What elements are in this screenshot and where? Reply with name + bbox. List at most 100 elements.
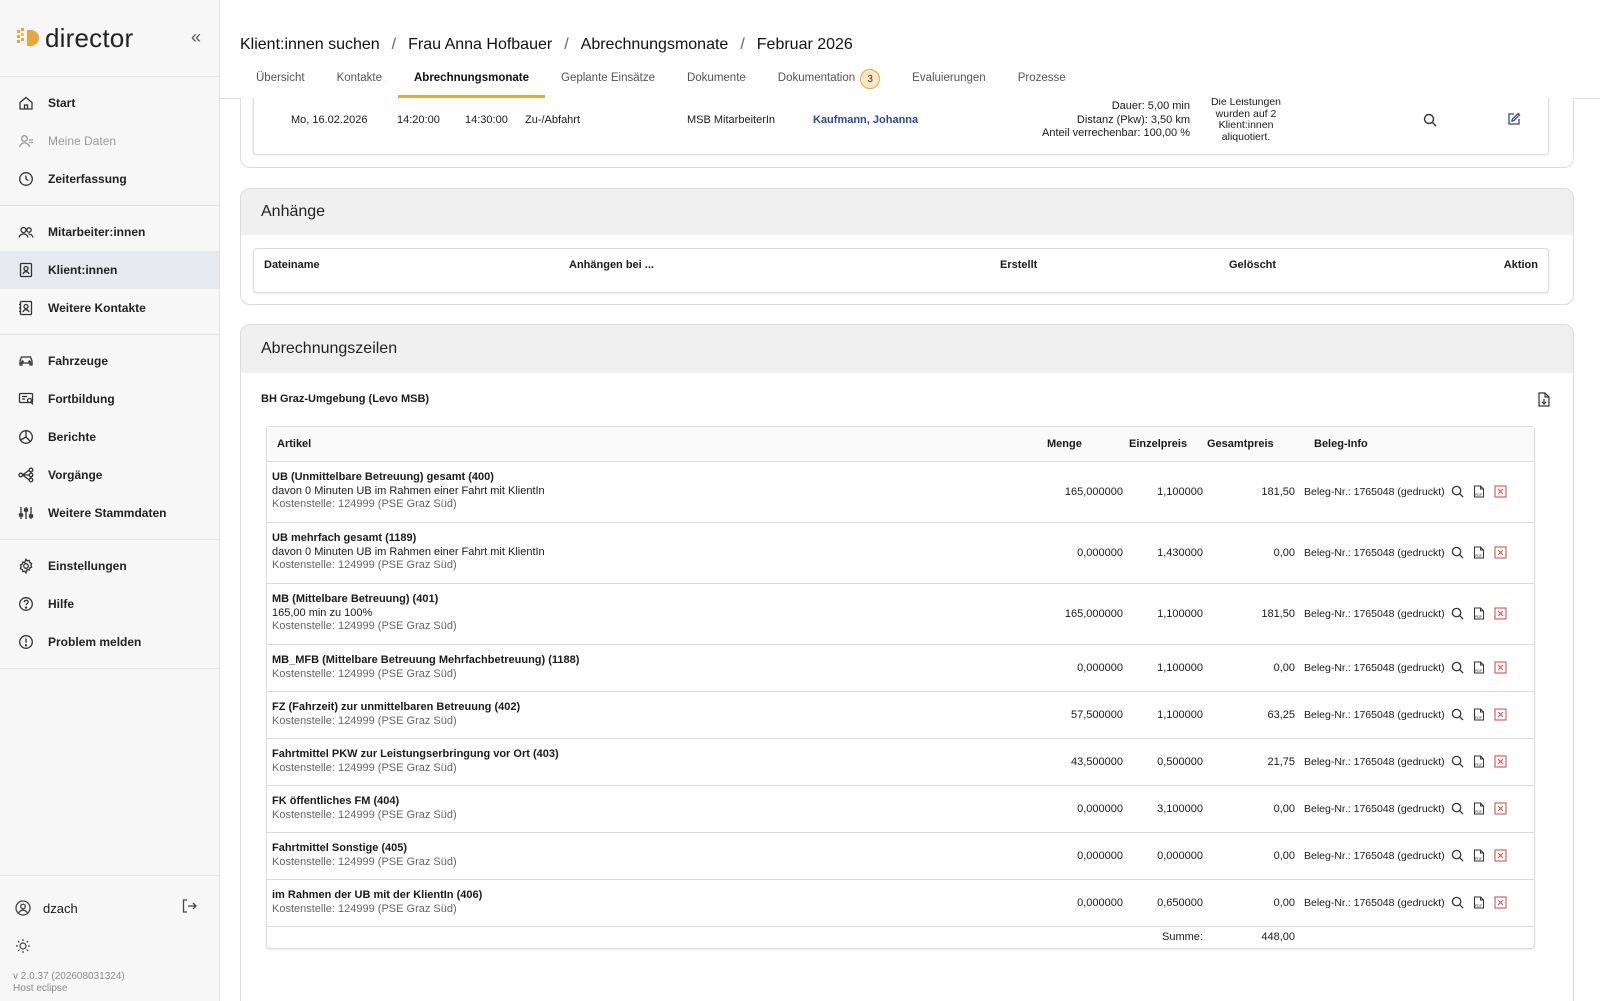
edit-icon[interactable] [1507, 112, 1521, 129]
search-icon[interactable] [1451, 708, 1464, 721]
sidebar-item-start[interactable]: Start [0, 84, 219, 122]
quantity-cell: 0,000000 [1047, 785, 1129, 833]
receipt-info: Beleg-Nr.: 1765048 (gedruckt) [1304, 661, 1445, 674]
search-icon[interactable] [1451, 755, 1464, 768]
sidebar-item-hilfe[interactable]: Hilfe [0, 585, 219, 623]
sidebar: director « Start Meine Daten Zeiterfassung… [0, 0, 220, 1001]
sidebar-item-problem-melden[interactable]: Problem melden [0, 623, 219, 661]
sidebar-item-weitere-kontakte[interactable]: Weitere Kontakte [0, 289, 219, 327]
delete-icon[interactable] [1494, 661, 1507, 674]
sidebar-item-label: Berichte [48, 430, 97, 444]
svg-text:PDF: PDF [1475, 669, 1483, 673]
search-icon[interactable] [1451, 485, 1464, 498]
billing-row: Fahrtmittel Sonstige (405) Kostenstelle: … [267, 832, 1534, 880]
clock-icon [18, 171, 34, 187]
billing-group-name: BH Graz-Umgebung (Levo MSB) [261, 393, 430, 405]
row-actions: PDF [1445, 661, 1507, 674]
tab-geplante-einsätze[interactable]: Geplante Einsätze [545, 72, 671, 98]
sidebar-item-mitarbeiter-innen[interactable]: Mitarbeiter:innen [0, 213, 219, 251]
search-icon[interactable] [1451, 607, 1464, 620]
receipt-info: Beleg-Nr.: 1765048 (gedruckt) [1304, 607, 1445, 620]
export-document-icon[interactable] [1537, 392, 1551, 410]
tab-evaluierungen[interactable]: Evaluierungen [896, 72, 1002, 98]
sidebar-item-weitere-stammdaten[interactable]: Weitere Stammdaten [0, 494, 219, 532]
alert-icon [18, 634, 34, 650]
search-icon[interactable] [1451, 802, 1464, 815]
delete-icon[interactable] [1494, 896, 1507, 909]
sidebar-item-berichte[interactable]: Berichte [0, 418, 219, 456]
delete-icon[interactable] [1494, 755, 1507, 768]
billing-row: FZ (Fahrzeit) zur unmittelbaren Betreuun… [267, 691, 1534, 739]
pdf-icon[interactable]: PDF [1473, 849, 1485, 862]
tab-dokumente[interactable]: Dokumente [671, 72, 762, 98]
col-menge: Menge [1047, 427, 1129, 462]
search-icon[interactable] [1451, 896, 1464, 909]
sidebar-item-zeiterfassung[interactable]: Zeiterfassung [0, 160, 219, 198]
employee-link[interactable]: Kaufmann, Johanna [813, 114, 918, 126]
delete-icon[interactable] [1494, 607, 1507, 620]
version-text: v 2.0.37 (202608031324) [13, 971, 125, 982]
logout-icon[interactable] [181, 898, 197, 917]
search-icon[interactable] [1451, 546, 1464, 559]
col-action: Aktion [1503, 259, 1538, 271]
tab-übersicht[interactable]: Übersicht [240, 72, 321, 98]
visit-distance: Distanz (Pkw): 3,50 km [1076, 113, 1190, 126]
delete-icon[interactable] [1494, 849, 1507, 862]
billing-row: Fahrtmittel PKW zur Leistungserbringung … [267, 738, 1534, 786]
col-created: Erstellt [1000, 259, 1038, 271]
client-icon [18, 262, 34, 278]
main-content: Klient:innen suchen / Frau Anna Hofbauer… [220, 0, 1600, 1001]
theme-toggle-icon[interactable] [15, 938, 31, 957]
sum-label: Summe: [1162, 931, 1203, 944]
search-icon[interactable] [1423, 113, 1437, 130]
col-deleted: Gelöscht [1229, 259, 1277, 271]
pdf-icon[interactable]: PDF [1473, 802, 1485, 815]
cost-center: Kostenstelle: 124999 (PSE Graz Süd) [272, 498, 457, 511]
attachments-title: Anhänge [241, 189, 1573, 235]
pdf-icon[interactable]: PDF [1473, 546, 1485, 559]
pdf-icon[interactable]: PDF [1473, 485, 1485, 498]
delete-icon[interactable] [1494, 485, 1507, 498]
breadcrumb-clients[interactable]: Klient:innen suchen [240, 36, 380, 54]
row-actions: PDF [1445, 485, 1507, 498]
receipt-info-cell: Beleg-Nr.: 1765048 (gedruckt) PDF [1295, 832, 1534, 880]
pdf-icon[interactable]: PDF [1473, 755, 1485, 768]
tab-dokumentation[interactable]: Dokumentation 3 [762, 69, 896, 98]
visit-duration: Dauer: 5,00 min [1111, 100, 1190, 112]
total-price-cell: 181,50 [1207, 461, 1295, 523]
article-title: Fahrtmittel Sonstige (405) [272, 842, 408, 854]
breadcrumb-billing-months[interactable]: Abrechnungsmonate [581, 36, 729, 54]
delete-icon[interactable] [1494, 802, 1507, 815]
visit-end: 14:30:00 [465, 114, 508, 126]
visit-date: Mo, 16.02.2026 [291, 114, 368, 126]
search-icon[interactable] [1451, 661, 1464, 674]
collapse-sidebar-icon[interactable]: « [191, 27, 201, 48]
delete-icon[interactable] [1494, 708, 1507, 721]
sidebar-item-einstellungen[interactable]: Einstellungen [0, 547, 219, 585]
attachments-panel: Anhänge Dateiname Anhängen bei ... Erste… [240, 188, 1574, 305]
sidebar-item-fahrzeuge[interactable]: Fahrzeuge [0, 342, 219, 380]
pdf-icon[interactable]: PDF [1473, 896, 1485, 909]
article-cell: UB (Unmittelbare Betreuung) gesamt (400)… [267, 461, 1047, 523]
pdf-icon[interactable]: PDF [1473, 607, 1485, 620]
tab-abrechnungsmonate[interactable]: Abrechnungsmonate [397, 72, 545, 98]
receipt-info: Beleg-Nr.: 1765048 (gedruckt) [1304, 896, 1445, 909]
billing-row: FK öffentliches FM (404) Kostenstelle: 12… [267, 785, 1534, 833]
sidebar-item-fortbildung[interactable]: Fortbildung [0, 380, 219, 418]
receipt-info: Beleg-Nr.: 1765048 (gedruckt) [1304, 485, 1445, 498]
sum-spacer [1047, 926, 1129, 948]
tab-kontakte[interactable]: Kontakte [321, 72, 398, 98]
pdf-icon[interactable]: PDF [1473, 661, 1485, 674]
quantity-cell: 57,500000 [1047, 691, 1129, 739]
breadcrumb-client-name[interactable]: Frau Anna Hofbauer [408, 36, 552, 54]
sidebar-item-label: Fahrzeuge [48, 354, 109, 368]
sidebar-item-klient-innen[interactable]: Klient:innen [0, 251, 219, 289]
quantity-cell: 165,000000 [1047, 583, 1129, 645]
billing-table: Artikel Menge Einzelpreis Gesamtpreis Be… [267, 427, 1534, 948]
pdf-icon[interactable]: PDF [1473, 708, 1485, 721]
delete-icon[interactable] [1494, 546, 1507, 559]
search-icon[interactable] [1451, 849, 1464, 862]
sidebar-item-vorgänge[interactable]: Vorgänge [0, 456, 219, 494]
tab-prozesse[interactable]: Prozesse [1002, 72, 1082, 98]
receipt-info: Beleg-Nr.: 1765048 (gedruckt) [1304, 546, 1445, 559]
